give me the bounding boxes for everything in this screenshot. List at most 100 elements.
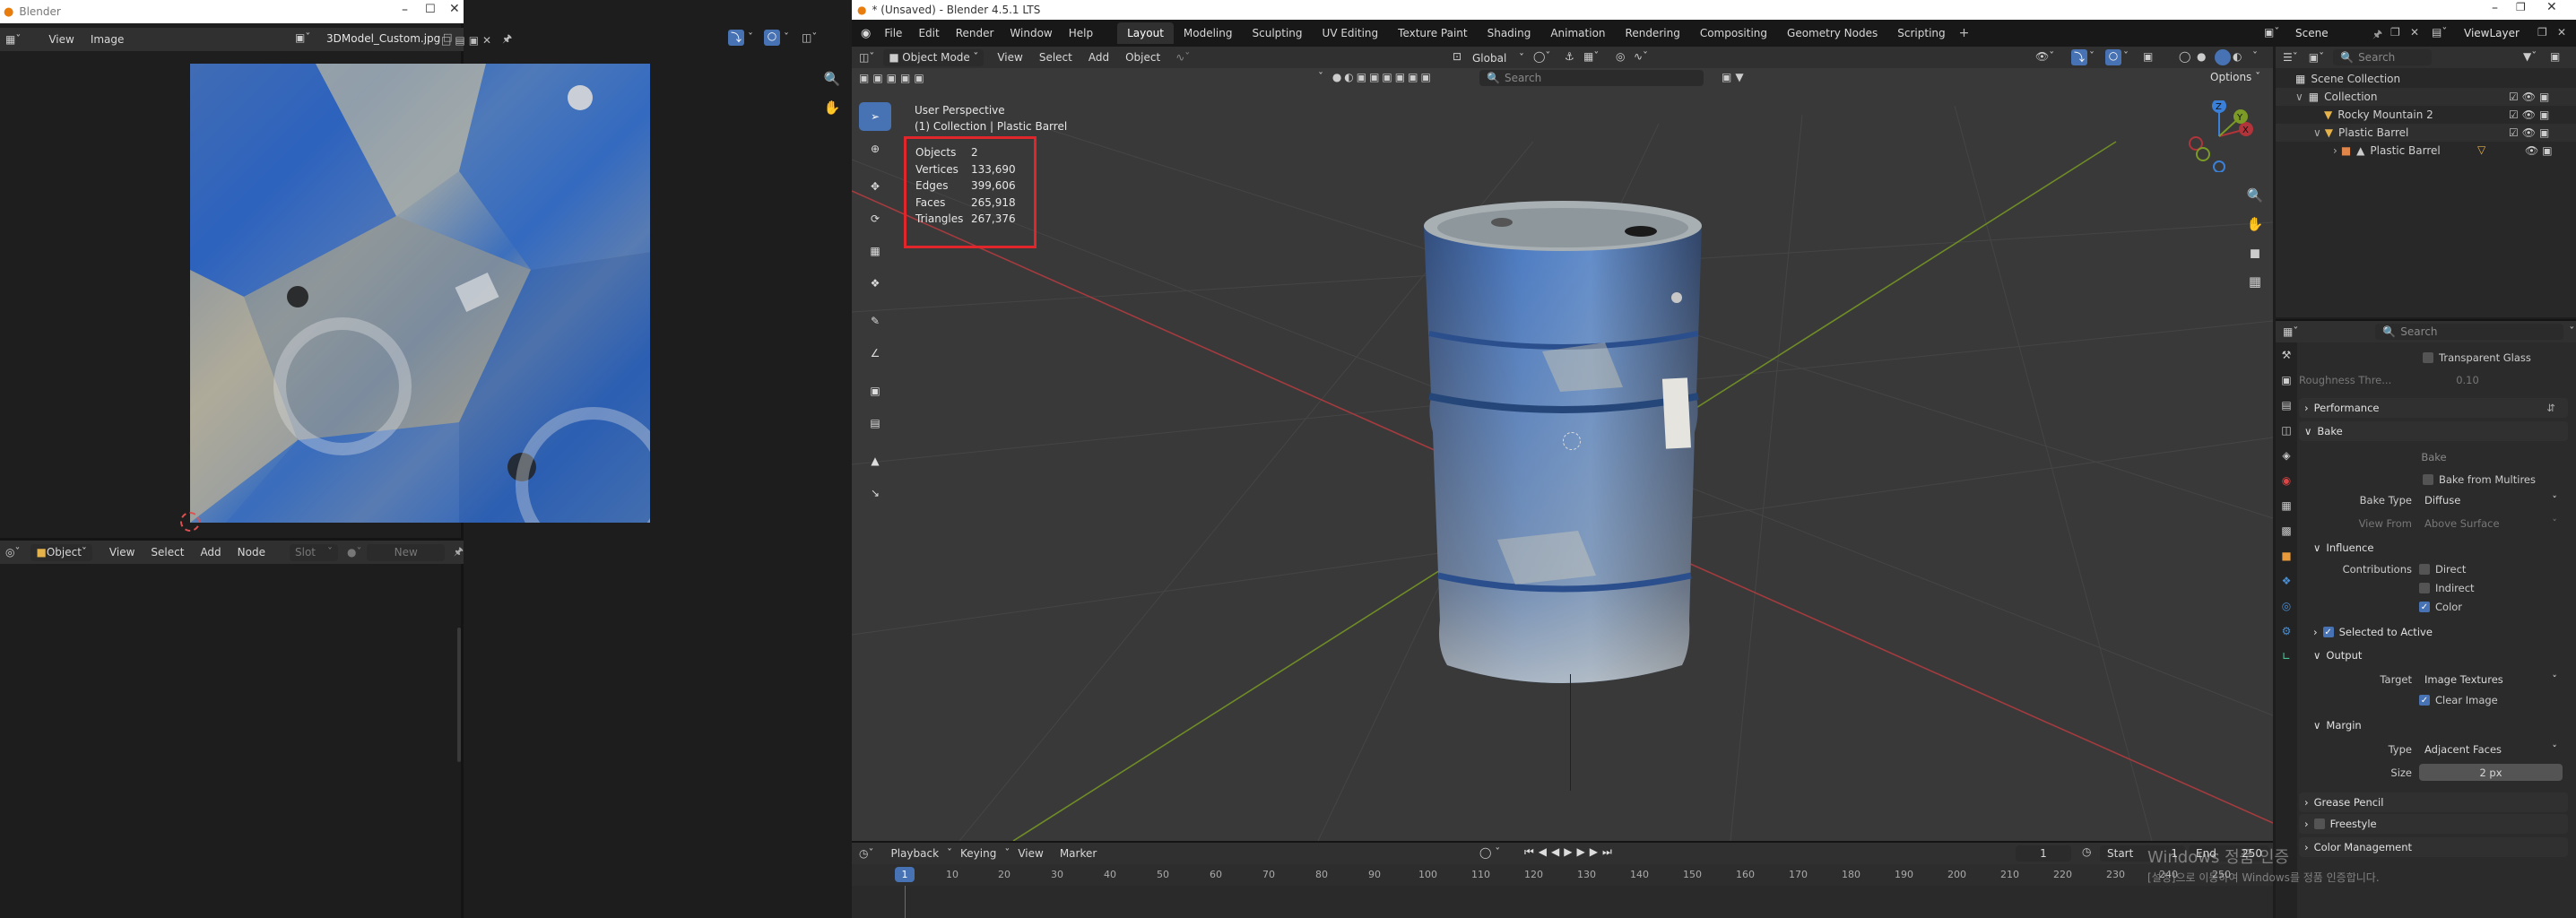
- menu-window[interactable]: Window: [1002, 27, 1060, 39]
- restore-icon[interactable]: ❐: [2516, 1, 2526, 13]
- node-menu-add[interactable]: Add: [192, 546, 229, 559]
- tab-uv-editing[interactable]: UV Editing: [1313, 27, 1389, 39]
- current-frame-field[interactable]: 1: [2016, 845, 2071, 862]
- add-cube-tool-icon[interactable]: ▣: [859, 377, 891, 405]
- node-editor-type-icon[interactable]: ◎ˇ: [5, 546, 20, 559]
- influence-subpanel-header[interactable]: ∨ Influence: [2308, 538, 2568, 558]
- outliner-row[interactable]: ∨ ▼ Plastic Barrel ☑👁▣: [2276, 124, 2576, 142]
- options-button[interactable]: Options ˇ: [2210, 71, 2260, 83]
- outliner-row[interactable]: ▦ Scene Collection: [2276, 70, 2576, 88]
- menu-render[interactable]: Render: [948, 27, 1002, 39]
- menu-help[interactable]: Help: [1061, 27, 1101, 39]
- image-browse-icon[interactable]: ▣ˇ: [295, 31, 310, 44]
- move-tool-icon[interactable]: ✥: [859, 172, 891, 201]
- viewport-menu-view[interactable]: View: [989, 51, 1030, 64]
- pin-icon[interactable]: 🖈: [454, 543, 464, 562]
- slot-dropdown[interactable]: Slot ˇ: [290, 543, 338, 561]
- node-menu-node[interactable]: Node: [230, 546, 273, 559]
- bake-button[interactable]: Bake: [2306, 448, 2562, 465]
- filter-icon[interactable]: ▼ˇ: [2523, 50, 2537, 63]
- gizmo-toggle-icon[interactable]: ⤵: [728, 30, 744, 46]
- transform-orientation-icon[interactable]: ⊡: [1453, 50, 1461, 63]
- freestyle-checkbox[interactable]: [2313, 818, 2325, 829]
- maximize-icon[interactable]: ☐: [425, 3, 436, 16]
- view-layer-delete-icon[interactable]: ✕: [2557, 26, 2566, 39]
- selectability-icons[interactable]: ˇ ●◐▣▣▣▣▣▣: [1318, 71, 1434, 83]
- zoom-icon[interactable]: 🔍: [2244, 181, 2266, 210]
- view-layer-name[interactable]: ViewLayer: [2464, 27, 2520, 39]
- scene-tab-icon[interactable]: ◈: [2276, 443, 2297, 468]
- constraints-tab-icon[interactable]: ⚙: [2276, 619, 2297, 644]
- bake-panel-header[interactable]: ∨ Bake: [2299, 421, 2568, 441]
- modifier-tab-icon[interactable]: ❖: [2276, 568, 2297, 593]
- indirect-row[interactable]: Indirect: [2419, 582, 2475, 594]
- timeline-menu-playback[interactable]: Playback: [882, 847, 947, 860]
- add-workspace-icon[interactable]: +: [1959, 26, 1970, 40]
- scale-tool-icon[interactable]: ▦: [859, 237, 891, 265]
- grease-pencil-panel-header[interactable]: › Grease Pencil: [2299, 792, 2568, 812]
- grease-pencil-tool-icon[interactable]: ∿ˇ: [1175, 51, 1190, 64]
- outliner-search-field[interactable]: 🔍 Search: [2333, 49, 2433, 65]
- outliner-editor-icon[interactable]: ☰ˇ: [2283, 51, 2298, 64]
- transparent-glass-checkbox[interactable]: [2423, 352, 2433, 363]
- outliner-row[interactable]: ▼ Rocky Mountain 2 ☑👁▣: [2276, 106, 2576, 124]
- outliner-row[interactable]: › ■ ▲ Plastic Barrel ▽ 👁▣: [2276, 142, 2576, 160]
- timeline-ruler[interactable]: 1 10 20 30 40 50 60 70 80 90 100 110 120…: [852, 864, 2273, 886]
- proportional-edit-icon[interactable]: ◎: [1616, 50, 1625, 63]
- measure-tool-icon[interactable]: ∠: [859, 339, 891, 368]
- overlay-toggle-icon[interactable]: ○: [2105, 49, 2121, 65]
- annotate-tool-icon[interactable]: ✎: [859, 307, 891, 335]
- clear-image-row[interactable]: Clear Image: [2419, 694, 2498, 706]
- node-mode-dropdown[interactable]: ■ Object ˇ: [30, 543, 92, 561]
- bake-multires-row[interactable]: Bake from Multires: [2423, 473, 2536, 486]
- auto-keying-icon[interactable]: ◯ ˇ: [1479, 846, 1500, 859]
- collection-tab-icon[interactable]: ▦: [2276, 493, 2297, 518]
- margin-subpanel-header[interactable]: ∨ Margin: [2308, 715, 2568, 735]
- close-icon[interactable]: ✕: [449, 2, 460, 16]
- select-box-mode-icons[interactable]: ▣▣▣▣▣: [859, 72, 928, 84]
- view-layer-tab-icon[interactable]: ◫: [2276, 418, 2297, 443]
- new-image-icon[interactable]: □: [441, 34, 455, 47]
- timeline-menu-marker[interactable]: Marker: [1052, 847, 1105, 860]
- tab-compositing[interactable]: Compositing: [1690, 27, 1777, 39]
- editor-type-icon[interactable]: ▦ˇ: [5, 33, 21, 46]
- timeline-menu-view[interactable]: View: [1010, 847, 1051, 860]
- render-tab-icon[interactable]: ▣: [2276, 368, 2297, 393]
- transparent-glass-row[interactable]: Transparent Glass: [2423, 351, 2531, 364]
- indirect-checkbox[interactable]: [2419, 583, 2430, 593]
- image-menu-view[interactable]: View: [40, 33, 82, 46]
- blender-menu-icon[interactable]: ◉: [861, 27, 871, 40]
- plastic-barrel-model[interactable]: [1417, 199, 1713, 773]
- chevron-down-icon[interactable]: ∨: [2313, 126, 2321, 139]
- tab-modeling[interactable]: Modeling: [1174, 27, 1243, 39]
- timeline-menu-keying[interactable]: Keying: [952, 847, 1004, 860]
- image-tool-icon[interactable]: ▲: [859, 446, 891, 475]
- scene-icon[interactable]: ▣ˇ: [2264, 26, 2279, 39]
- playhead[interactable]: 1: [895, 867, 915, 882]
- view-from-dropdown[interactable]: Above Surface ˇ: [2419, 515, 2563, 532]
- shading-solid-icon[interactable]: ●: [2197, 50, 2206, 63]
- target-dropdown[interactable]: Image Textures ˇ: [2419, 671, 2563, 688]
- output-tab-icon[interactable]: ▤: [2276, 393, 2297, 418]
- object-visibility-icon[interactable]: 👁ˇ: [2035, 50, 2054, 63]
- select-box-tool-icon[interactable]: ➢: [859, 102, 891, 131]
- node-menu-view[interactable]: View: [101, 546, 143, 559]
- panel-options-icon[interactable]: ⇵: [2546, 402, 2555, 414]
- bake-multires-checkbox[interactable]: [2423, 474, 2433, 485]
- menu-edit[interactable]: Edit: [910, 27, 947, 39]
- new-collection-icon[interactable]: ▣: [2550, 50, 2560, 63]
- direct-checkbox[interactable]: [2419, 564, 2430, 575]
- shading-material-icon[interactable]: [2215, 49, 2231, 65]
- minimize-icon[interactable]: –: [2492, 1, 2498, 15]
- node-scrollbar[interactable]: [457, 628, 461, 762]
- new-material-button[interactable]: New: [367, 543, 445, 561]
- proportional-falloff-icon[interactable]: ∿ˇ: [1634, 50, 1648, 63]
- row-toggles[interactable]: 👁▣: [2525, 144, 2556, 157]
- color-checkbox[interactable]: [2419, 602, 2430, 612]
- view-layer-icon[interactable]: ▤ˇ: [2432, 26, 2447, 39]
- scene-pin-icon[interactable]: 🖈: [2372, 26, 2382, 45]
- filter-icons[interactable]: ▣▼: [1722, 71, 1748, 83]
- world-tab-icon[interactable]: ◉: [2276, 468, 2297, 493]
- material-browse-icon[interactable]: ●ˇ: [347, 546, 361, 559]
- open-image-icon[interactable]: ▤: [455, 34, 468, 47]
